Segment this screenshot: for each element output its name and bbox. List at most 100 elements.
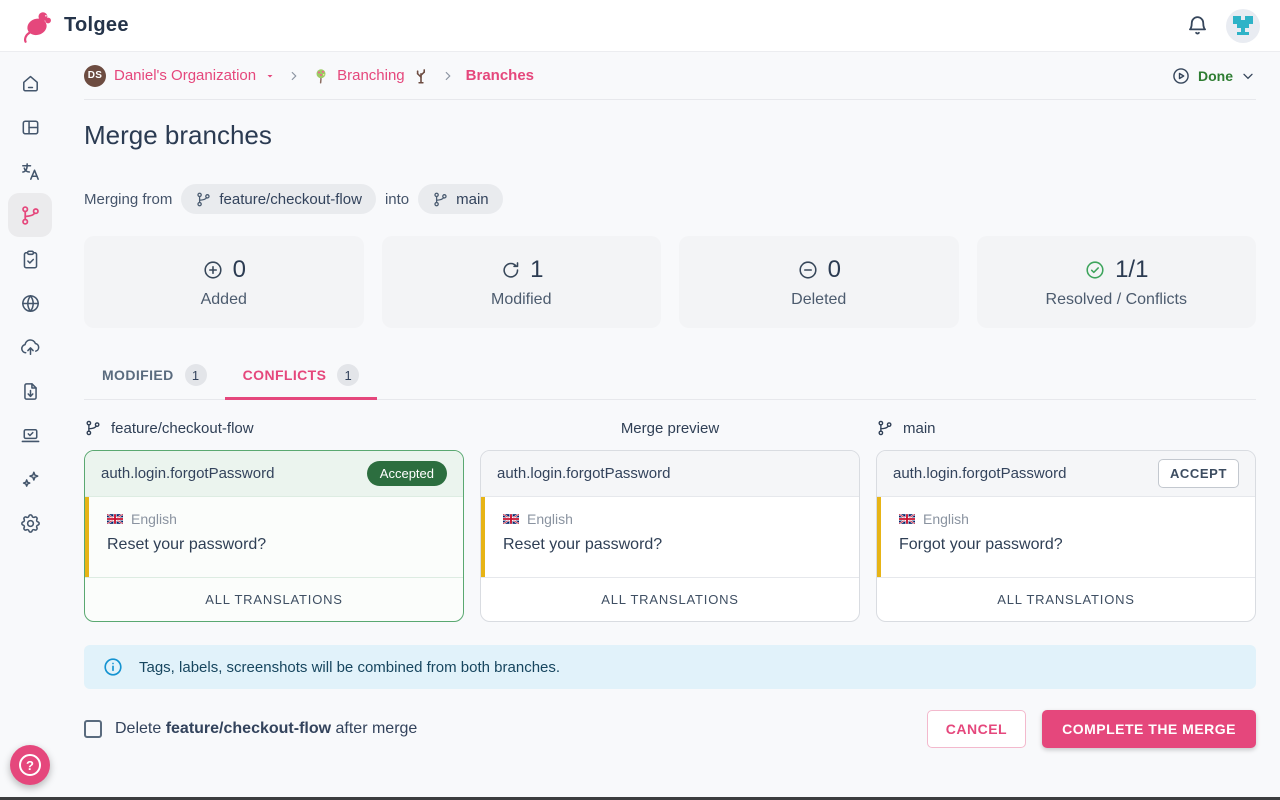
user-avatar[interactable] (1226, 9, 1260, 43)
accept-button[interactable]: ACCEPT (1158, 459, 1239, 488)
sidebar-item-branches[interactable] (8, 193, 52, 237)
tolgee-logo[interactable]: Tolgee (20, 9, 129, 43)
circle-plus-icon (202, 259, 224, 281)
column-header-preview: Merge preview (480, 419, 860, 437)
identicon-icon (1233, 16, 1253, 36)
git-branch-icon (876, 419, 894, 437)
translation-state-stripe (481, 497, 485, 577)
column-headers: feature/checkout-flow Merge preview main (84, 419, 1256, 437)
main-content: DS Daniel's Organization B (60, 52, 1280, 800)
stat-card-modified: 1 Modified (382, 236, 662, 328)
delete-label-prefix: Delete (115, 720, 166, 737)
accepted-badge[interactable]: Accepted (367, 461, 447, 486)
sidebar-item-ai[interactable] (8, 457, 52, 501)
all-translations-button[interactable]: ALL TRANSLATIONS (877, 577, 1255, 621)
column-title: Merge preview (621, 420, 719, 437)
card-body: English Reset your password? (85, 497, 463, 577)
delete-branch-label[interactable]: Delete feature/checkout-flow after merge (115, 720, 417, 738)
source-branch-name: feature/checkout-flow (219, 191, 362, 208)
translation-key: auth.login.forgotPassword (497, 465, 670, 482)
sidebar-item-export[interactable] (8, 369, 52, 413)
tab-conflicts[interactable]: CONFLICTS 1 (225, 353, 378, 399)
circle-check-icon (1084, 259, 1106, 281)
tolgee-mouse-icon (20, 9, 54, 43)
conflict-cards: auth.login.forgotPassword Accepted (84, 450, 1256, 622)
stat-card-added: 0 Added (84, 236, 364, 328)
all-translations-button[interactable]: ALL TRANSLATIONS (85, 577, 463, 621)
tab-modified[interactable]: MODIFIED 1 (84, 353, 225, 399)
tab-count-badge: 1 (337, 364, 359, 386)
card-body: English Reset your password? (481, 497, 859, 577)
cancel-button[interactable]: CANCEL (927, 710, 1026, 748)
caret-down-icon (264, 70, 276, 82)
state-filter-dropdown[interactable]: Done (1171, 66, 1256, 86)
complete-merge-button[interactable]: COMPLETE THE MERGE (1042, 710, 1256, 748)
language-label: English (923, 511, 969, 527)
help-button[interactable]: ? (10, 745, 50, 785)
globe-icon (19, 292, 42, 315)
delete-label-branch: feature/checkout-flow (166, 720, 331, 737)
project-name: Branching (337, 67, 405, 84)
sidebar-item-board[interactable] (8, 105, 52, 149)
sparkles-icon (19, 468, 42, 491)
blossom-tree-icon (312, 67, 330, 85)
stat-value: 1/1 (1115, 256, 1148, 284)
breadcrumb-organization[interactable]: DS Daniel's Organization (84, 65, 276, 87)
delete-label-suffix: after merge (336, 720, 418, 737)
git-branch-icon (432, 191, 449, 208)
stat-label: Deleted (791, 291, 846, 309)
breadcrumb-project[interactable]: Branching (312, 67, 430, 85)
stat-value: 1 (530, 256, 543, 284)
sidebar-item-integrate[interactable] (8, 413, 52, 457)
into-label: into (385, 191, 409, 208)
breadcrumb: DS Daniel's Organization B (84, 52, 1256, 100)
settings-gear-icon (19, 512, 42, 535)
translation-card-source: auth.login.forgotPassword Accepted (84, 450, 464, 622)
bare-tree-icon (412, 67, 430, 85)
merging-from-label: Merging from (84, 191, 172, 208)
translation-text: Reset your password? (503, 536, 843, 554)
card-header: auth.login.forgotPassword (481, 451, 859, 497)
sidebar-item-tasks[interactable] (8, 237, 52, 281)
sidebar-item-home[interactable] (8, 61, 52, 105)
all-translations-button[interactable]: ALL TRANSLATIONS (481, 577, 859, 621)
stat-value: 0 (233, 256, 246, 284)
column-title: main (903, 420, 936, 437)
breadcrumb-branches[interactable]: Branches (466, 67, 534, 84)
git-branch-icon (195, 191, 212, 208)
translation-state-stripe (85, 497, 89, 577)
merge-actions-row: Delete feature/checkout-flow after merge… (84, 710, 1256, 748)
org-avatar: DS (84, 65, 106, 87)
state-label: Done (1198, 68, 1233, 84)
stat-value: 0 (828, 256, 841, 284)
branches-page-label: Branches (466, 67, 534, 84)
chevron-down-icon (1240, 68, 1256, 84)
sidebar-item-publish[interactable] (8, 325, 52, 369)
card-header: auth.login.forgotPassword ACCEPT (877, 451, 1255, 497)
translation-key: auth.login.forgotPassword (893, 465, 1066, 482)
stat-label: Resolved / Conflicts (1046, 291, 1187, 309)
chevron-right-icon (287, 69, 301, 83)
info-banner-text: Tags, labels, screenshots will be combin… (139, 659, 560, 676)
sidebar (0, 52, 60, 800)
sidebar-item-settings[interactable] (8, 501, 52, 545)
notifications-button[interactable] (1185, 13, 1210, 38)
uk-flag-icon (503, 513, 519, 525)
home-icon (19, 72, 42, 95)
merge-direction-row: Merging from feature/checkout-flow into (84, 184, 1256, 214)
page-title: Merge branches (84, 120, 1256, 151)
language-icon (19, 160, 42, 183)
git-branch-icon (84, 419, 102, 437)
column-header-source: feature/checkout-flow (84, 419, 464, 437)
uk-flag-icon (899, 513, 915, 525)
tab-label: CONFLICTS (243, 367, 327, 383)
delete-branch-checkbox[interactable] (84, 720, 102, 738)
file-download-icon (19, 380, 42, 403)
brand-name: Tolgee (64, 14, 129, 37)
top-bar: Tolgee (0, 0, 1280, 52)
git-branch-icon (19, 204, 42, 227)
sidebar-item-languages[interactable] (8, 281, 52, 325)
translation-card-preview: auth.login.forgotPassword (480, 450, 860, 622)
column-title: feature/checkout-flow (111, 420, 254, 437)
sidebar-item-translations[interactable] (8, 149, 52, 193)
